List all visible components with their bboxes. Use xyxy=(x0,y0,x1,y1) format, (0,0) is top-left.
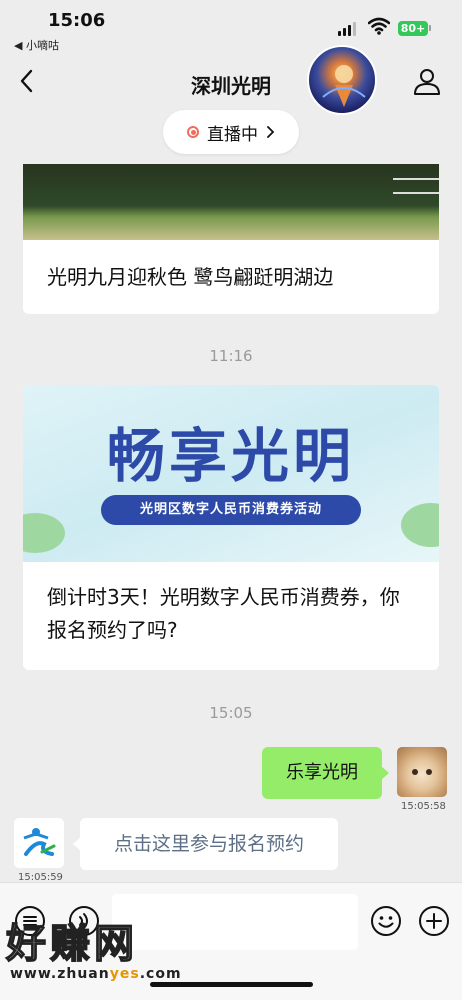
chevron-right-icon xyxy=(267,126,275,138)
banner-title: 畅享光明 xyxy=(106,422,355,490)
back-to-app-link[interactable]: ◀ 小嘀咕 xyxy=(14,37,59,53)
home-indicator[interactable] xyxy=(150,982,313,987)
live-dot-icon xyxy=(187,126,199,138)
avatar-artwork xyxy=(322,65,366,107)
battery-tip xyxy=(429,25,431,31)
menu-list-icon[interactable] xyxy=(14,905,46,937)
live-label: 直播中 xyxy=(207,124,258,145)
banner-cloud-left xyxy=(23,513,65,553)
outgoing-message-time: 15:05:58 xyxy=(401,801,446,812)
message-input[interactable] xyxy=(112,894,358,950)
plus-icon[interactable] xyxy=(418,905,450,937)
avatar-eye xyxy=(412,769,418,775)
cellular-signal-icon xyxy=(338,22,356,36)
status-time: 15:06 xyxy=(48,10,106,31)
emoji-icon[interactable] xyxy=(370,905,402,937)
message-timestamp: 15:05 xyxy=(209,704,253,722)
article-title: 倒计时3天！光明数字人民币消费券，你报名预约了吗? xyxy=(47,585,400,642)
chat-title: 深圳光明 xyxy=(191,74,271,98)
avatar-eye xyxy=(426,769,432,775)
user-icon[interactable] xyxy=(412,66,442,96)
voice-icon[interactable] xyxy=(68,905,100,937)
incoming-message-bubble[interactable]: 点击这里参与报名预约 xyxy=(73,818,338,870)
outgoing-message-bubble[interactable]: 乐享光明 xyxy=(262,747,389,799)
chat-header: 深圳光明 直播中 xyxy=(0,45,462,164)
wifi-icon xyxy=(368,17,390,35)
status-bar: 15:06 ◀ 小嘀咕 80+ xyxy=(0,0,462,56)
official-account-avatar[interactable] xyxy=(307,45,377,115)
article-title: 光明九月迎秋色 鹭鸟翩跹明湖边 xyxy=(47,265,334,289)
banner-subtitle: 光明区数字人民币消费券活动 xyxy=(101,495,361,525)
message-timestamp: 11:16 xyxy=(209,347,253,365)
article-image-wetland xyxy=(23,164,439,240)
account-logo-avatar[interactable] xyxy=(14,818,64,868)
live-stream-button[interactable]: 直播中 xyxy=(163,110,299,154)
battery-indicator: 80+ xyxy=(398,21,428,36)
article-card-ecny[interactable]: 畅享光明 光明区数字人民币消费券活动 倒计时3天！光明数字人民币消费券，你报名预… xyxy=(23,385,439,670)
guangming-logo-icon xyxy=(23,828,56,856)
article-card-autumn[interactable]: 光明九月迎秋色 鹭鸟翩跹明湖边 xyxy=(23,164,439,314)
banner-cloud-right xyxy=(401,503,439,547)
article-banner: 畅享光明 光明区数字人民币消费券活动 xyxy=(23,385,439,562)
my-avatar[interactable] xyxy=(397,747,447,797)
